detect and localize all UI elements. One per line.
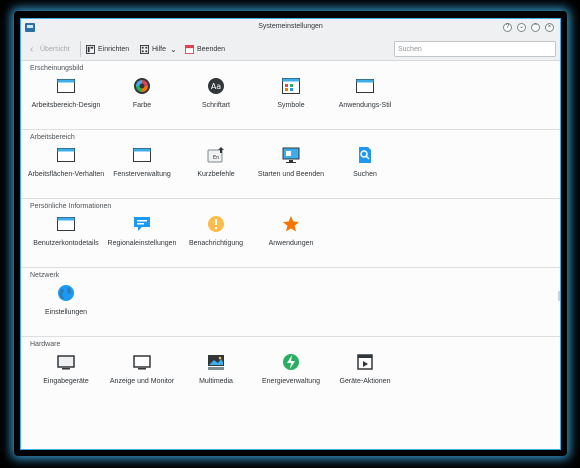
item-input-devices[interactable]: Eingabegeräte: [23, 353, 109, 386]
window-icon: [57, 148, 75, 162]
toolbar-separator: [80, 41, 81, 57]
item-font[interactable]: Aa Schriftart: [173, 77, 259, 110]
section-hardware: Hardware Eingabegeräte Anzeige und Monit…: [21, 337, 560, 406]
window-icon: [133, 148, 151, 162]
quit-button[interactable]: Beenden: [185, 42, 225, 56]
font-icon: Aa: [208, 78, 224, 94]
svg-text:En: En: [213, 155, 219, 161]
configure-icon: [86, 44, 95, 54]
item-label: Suchen: [353, 171, 377, 178]
section-title: Netzwerk: [30, 272, 60, 279]
close-icon[interactable]: ×: [545, 23, 554, 32]
item-label: Arbeitsflächen-Verhalten: [27, 171, 105, 178]
item-notifications[interactable]: Benachrichtigung: [173, 215, 259, 248]
search-input[interactable]: Suchen: [394, 41, 556, 57]
section-personal-info: Persönliche Informationen Benutzerkontod…: [21, 199, 560, 268]
device-icon: [357, 354, 373, 370]
display-icon: [133, 355, 151, 370]
window-title: Systemeinstellungen: [258, 23, 323, 30]
item-workspace-theme[interactable]: Arbeitsbereich-Design: [23, 77, 109, 110]
scrollbar-handle[interactable]: [558, 291, 560, 301]
keyboard-icon: En: [207, 147, 224, 163]
window-icon: [57, 79, 75, 93]
globe-icon: [58, 285, 74, 301]
item-device-actions[interactable]: Geräte-Aktionen: [322, 353, 408, 386]
quit-label: Beenden: [197, 45, 226, 53]
window-icon: [356, 79, 374, 93]
section-appearance: Erscheinungsbild Arbeitsbereich-Design F…: [21, 61, 560, 130]
item-network-settings[interactable]: Einstellungen: [23, 284, 109, 317]
window-controls: ? ⌄ ⌃ ×: [503, 23, 554, 32]
section-title: Erscheinungsbild: [30, 65, 84, 72]
item-label: Einstellungen: [44, 309, 88, 316]
section-workspace: Arbeitsbereich Arbeitsflächen-Verhalten …: [21, 130, 560, 199]
help-label: Hilfe: [152, 45, 167, 53]
back-arrow-icon: ‹: [30, 43, 34, 55]
chat-icon: [134, 217, 150, 231]
title-bar: Systemeinstellungen ? ⌄ ⌃ ×: [21, 19, 560, 37]
section-title: Arbeitsbereich: [30, 134, 75, 141]
power-icon: [283, 354, 299, 370]
settings-window: Systemeinstellungen ? ⌄ ⌃ × ‹ Übersicht …: [20, 18, 561, 450]
item-label: Eingabegeräte: [43, 378, 89, 385]
item-shortcuts[interactable]: En Kurzbefehle: [173, 146, 259, 179]
item-applications[interactable]: Anwendungen: [248, 215, 334, 248]
configure-label: Einrichten: [98, 45, 130, 53]
svg-text:Aa: Aa: [211, 82, 221, 91]
configure-button[interactable]: Einrichten: [86, 42, 129, 56]
item-label: Multimedia: [199, 378, 233, 385]
icons-icon: [282, 78, 300, 94]
back-label: Übersicht: [40, 45, 70, 53]
quit-icon: [185, 44, 194, 54]
section-network: Netzwerk Einstellungen: [21, 268, 560, 337]
chevron-down-icon: ⌄: [170, 44, 177, 54]
item-label: Anwendungs-Stil: [338, 102, 392, 109]
window-icon: [57, 217, 75, 231]
star-icon: [283, 216, 299, 232]
item-label: Schriftart: [201, 102, 230, 109]
category-list: Erscheinungsbild Arbeitsbereich-Design F…: [21, 61, 560, 449]
monitor-icon: [282, 147, 300, 163]
help-menu-icon: [140, 44, 149, 54]
search-doc-icon: [359, 147, 371, 163]
item-label: Benachrichtigung: [188, 240, 244, 247]
media-icon: [208, 355, 224, 370]
display-icon: [57, 355, 75, 370]
item-label: Arbeitsbereich-Design: [31, 102, 101, 109]
item-label: Geräte-Aktionen: [339, 378, 391, 385]
help-menu-button[interactable]: Hilfe ⌄: [140, 42, 177, 56]
warning-icon: [208, 216, 224, 232]
section-title: Persönliche Informationen: [30, 203, 112, 210]
item-search[interactable]: Suchen: [322, 146, 408, 179]
item-label: Anwendungen: [268, 240, 314, 247]
back-button[interactable]: ‹ Übersicht: [30, 42, 70, 56]
item-account-details[interactable]: Benutzerkontodetails: [23, 215, 109, 248]
toolbar: ‹ Übersicht Einrichten Hilfe ⌄ Beenden S…: [21, 37, 560, 61]
maximize-icon[interactable]: ⌃: [531, 23, 540, 32]
item-label: Benutzerkontodetails: [33, 240, 99, 247]
item-desktop-behavior[interactable]: Arbeitsflächen-Verhalten: [23, 146, 109, 179]
color-wheel-icon: [134, 78, 150, 94]
minimize-icon[interactable]: ⌄: [517, 23, 526, 32]
help-icon[interactable]: ?: [503, 23, 512, 32]
item-application-style[interactable]: Anwendungs-Stil: [322, 77, 408, 110]
item-multimedia[interactable]: Multimedia: [173, 353, 259, 386]
item-label: Kurzbefehle: [197, 171, 235, 178]
section-title: Hardware: [30, 341, 61, 348]
